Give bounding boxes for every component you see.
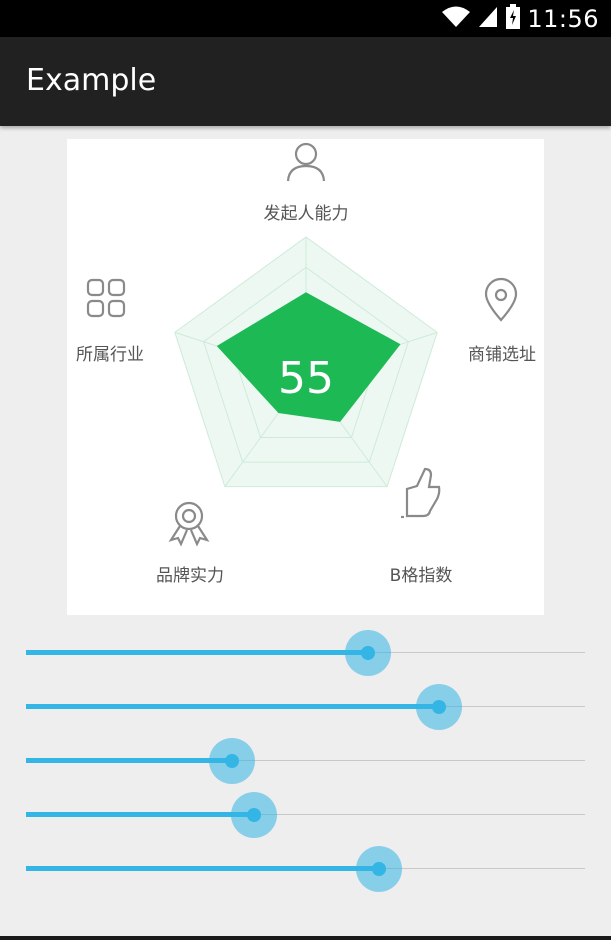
seekbar-progress [26, 812, 254, 817]
battery-icon [505, 3, 521, 34]
location-pin-icon [484, 277, 518, 322]
app-title: Example [26, 63, 157, 98]
wifi-icon [441, 5, 471, 33]
seekbar-thumb[interactable] [372, 862, 386, 876]
signal-icon [477, 5, 499, 33]
radar-label-brand-strength: 品牌实力 [156, 566, 224, 586]
person-icon [286, 142, 326, 182]
grid-icon [86, 278, 126, 318]
seekbar-thumb[interactable] [247, 808, 261, 822]
seekbar-progress [26, 650, 368, 655]
radar-label-industry: 所属行业 [76, 345, 144, 365]
seekbar-thumb[interactable] [432, 700, 446, 714]
seekbar-thumb[interactable] [361, 646, 375, 660]
seekbar[interactable] [26, 626, 585, 680]
seekbar[interactable] [26, 842, 585, 896]
radar-card: 55 发起人能力 商铺选址 B格指数 品牌实力 所属行业 [67, 139, 544, 615]
radar-label-b-index: B格指数 [389, 566, 453, 586]
seekbar-progress [26, 758, 232, 763]
seekbar-progress [26, 866, 379, 871]
seekbar-thumb[interactable] [225, 754, 239, 768]
radar-label-shop-location: 商铺选址 [468, 345, 536, 365]
thumbs-up-icon [401, 467, 441, 519]
app-bar: Example [0, 37, 611, 126]
status-icons: 11:56 [441, 0, 599, 37]
seekbar[interactable] [26, 680, 585, 734]
seekbar-progress [26, 704, 439, 709]
clock: 11:56 [527, 4, 599, 33]
radar-score: 55 [278, 353, 334, 404]
bottom-edge [0, 936, 611, 940]
radar-label-founder-ability: 发起人能力 [263, 204, 349, 224]
status-bar: 11:56 [0, 0, 611, 37]
seekbar[interactable] [26, 788, 585, 842]
award-ribbon-icon [168, 501, 210, 547]
seekbar[interactable] [26, 734, 585, 788]
